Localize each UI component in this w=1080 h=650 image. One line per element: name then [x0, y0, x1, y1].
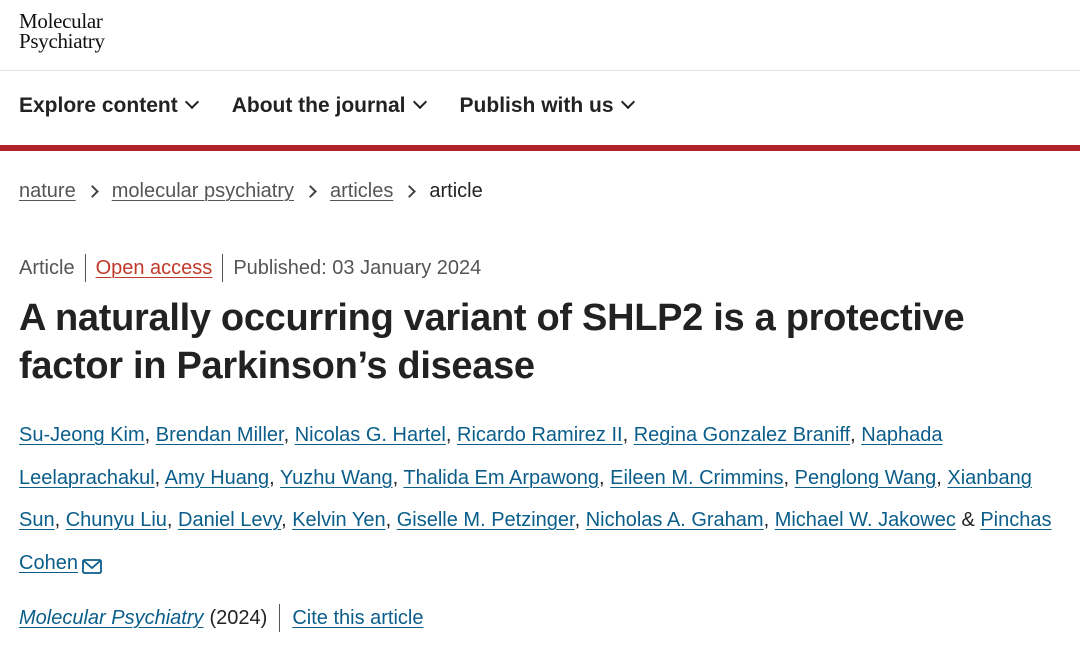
chevron-down-icon [412, 94, 427, 110]
nav-label: Explore content [19, 94, 178, 117]
citation-bar: Molecular Psychiatry (2024) Cite this ar… [19, 604, 423, 632]
breadcrumb-current: article [429, 180, 483, 202]
article-meta: Article Open access Published: 03 Januar… [19, 254, 481, 282]
meta-divider [222, 254, 224, 282]
author-link[interactable]: Nicholas A. Graham [586, 509, 764, 531]
author-link[interactable]: Chunyu Liu [66, 509, 167, 531]
author-list: Su-Jeong Kim, Brendan Miller, Nicolas G.… [19, 414, 1059, 590]
author-link[interactable]: Yuzhu Wang [280, 467, 393, 489]
logo-line2: Psychiatry [19, 29, 105, 53]
chevron-right-icon [403, 185, 417, 198]
journal-logo[interactable]: Molecular Psychiatry [19, 9, 105, 53]
breadcrumb-articles[interactable]: articles [330, 180, 393, 203]
author-link[interactable]: Ricardo Ramirez II [457, 424, 623, 446]
article-title: A naturally occurring variant of SHLP2 i… [19, 297, 965, 387]
open-access-link[interactable]: Open access [96, 257, 213, 280]
author-link[interactable]: Su-Jeong Kim [19, 424, 145, 446]
author-link[interactable]: Kelvin Yen [292, 509, 385, 531]
author-link[interactable]: Brendan Miller [156, 424, 284, 446]
author-link[interactable]: Thalida Em Arpawong [403, 467, 599, 489]
logo-line1: Molecular [19, 9, 103, 33]
nav-label: Publish with us [459, 94, 614, 117]
author-ampersand: & [961, 509, 975, 531]
chevron-down-icon [184, 94, 199, 110]
chevron-down-icon [620, 94, 635, 110]
cite-this-article-link[interactable]: Cite this article [292, 607, 423, 630]
chevron-right-icon [85, 185, 99, 198]
journal-link[interactable]: Molecular Psychiatry [19, 607, 204, 629]
breadcrumb: nature molecular psychiatry articles art… [19, 180, 483, 203]
author-link[interactable]: Penglong Wang [795, 467, 937, 489]
nav-publish-with-us[interactable]: Publish with us [459, 94, 635, 118]
cite-divider [279, 604, 281, 632]
mail-icon[interactable] [82, 548, 102, 591]
author-link[interactable]: Nicolas G. Hartel [295, 424, 446, 446]
breadcrumb-nature[interactable]: nature [19, 180, 76, 203]
meta-divider [84, 254, 86, 282]
article-type: Article [19, 256, 75, 279]
chevron-right-icon [304, 185, 317, 198]
nav-label: About the journal [231, 94, 406, 117]
author-link[interactable]: Regina Gonzalez Braniff [634, 424, 850, 446]
header-divider [0, 70, 1080, 71]
main-nav: Explore content About the journal Publis… [19, 94, 668, 118]
author-link[interactable]: Daniel Levy [178, 509, 281, 531]
published-date: Published: 03 January 2024 [233, 256, 482, 279]
author-link[interactable]: Amy Huang [165, 467, 270, 489]
author-link[interactable]: Michael W. Jakowec [775, 509, 956, 531]
nav-explore-content[interactable]: Explore content [19, 94, 199, 118]
nav-about-journal[interactable]: About the journal [231, 94, 427, 118]
author-link[interactable]: Eileen M. Crimmins [610, 467, 783, 489]
publication-year: (2024) [209, 606, 268, 629]
breadcrumb-molecular-psychiatry[interactable]: molecular psychiatry [112, 180, 294, 203]
author-link[interactable]: Giselle M. Petzinger [397, 509, 575, 531]
nav-accent-bar [0, 145, 1080, 151]
